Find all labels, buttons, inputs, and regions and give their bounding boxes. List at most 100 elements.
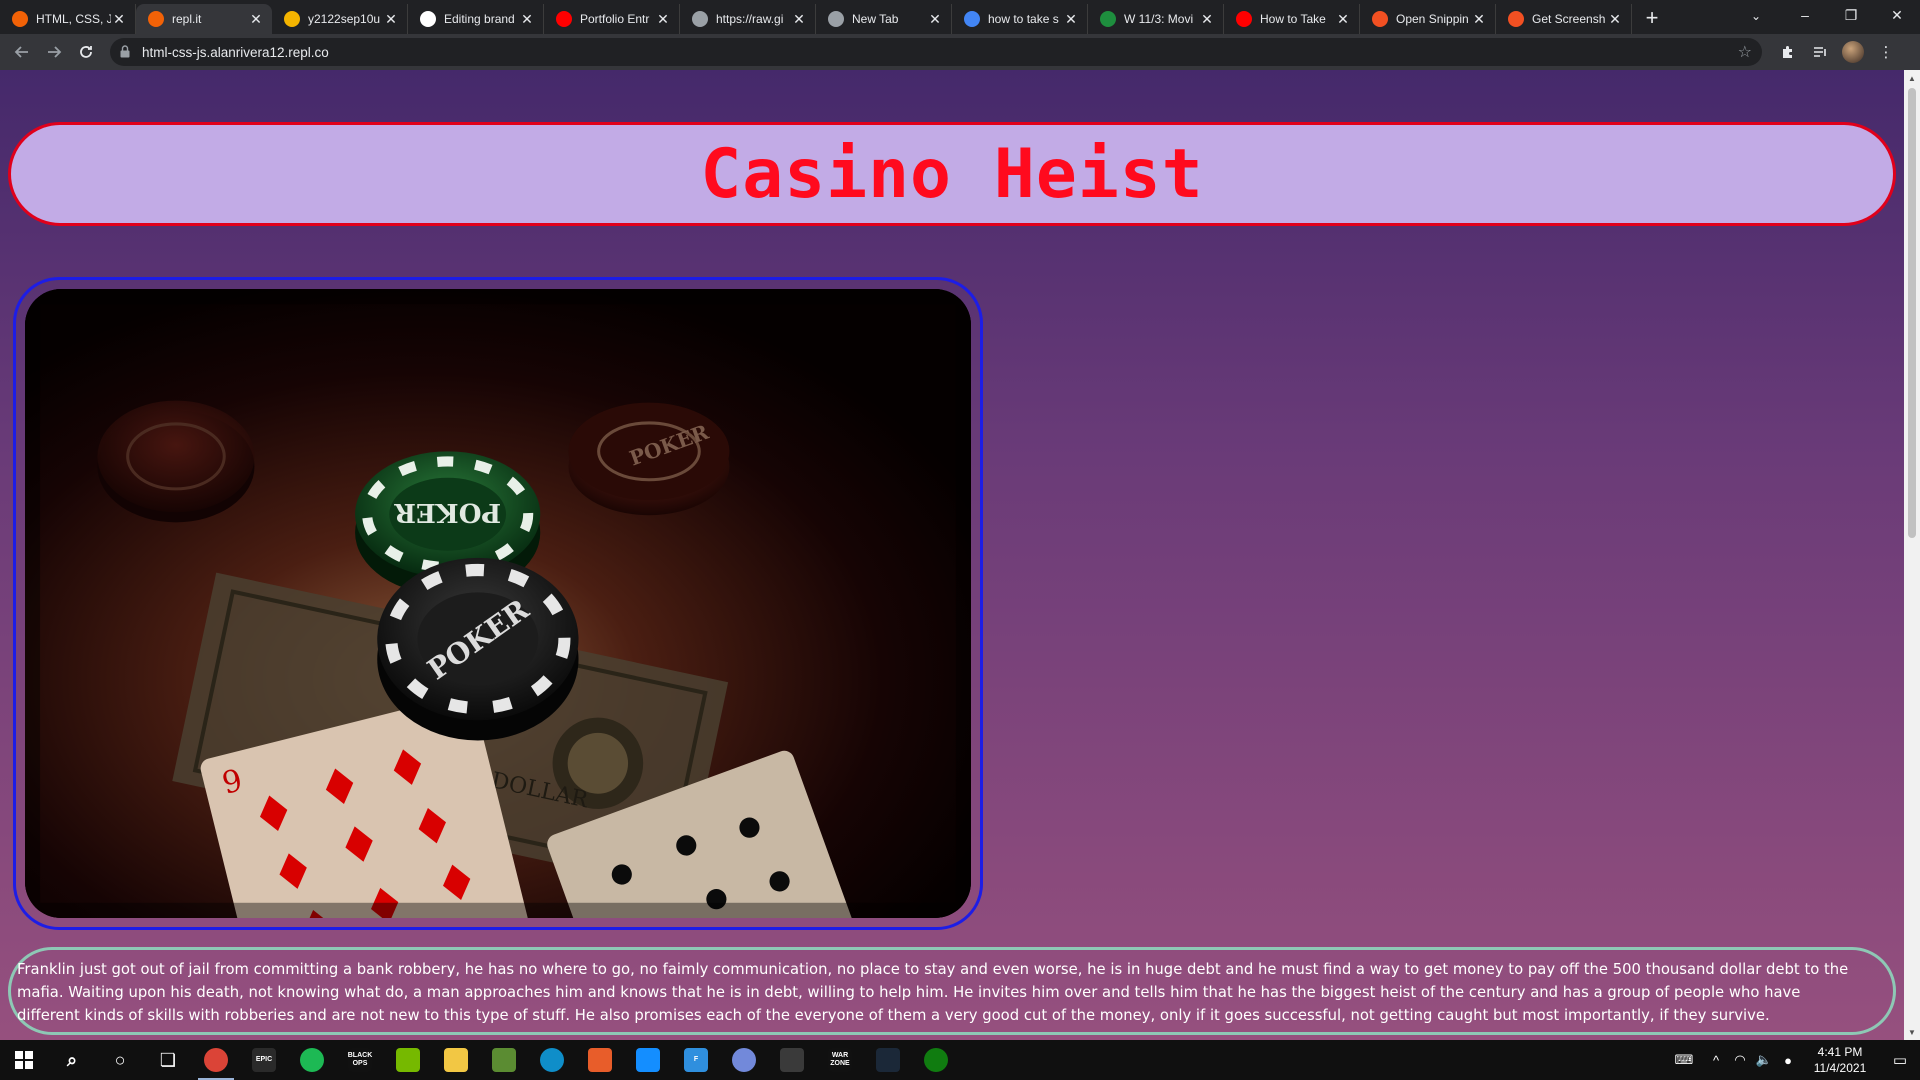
scroll-down-arrow-icon[interactable]: ▼: [1904, 1024, 1920, 1040]
tab-close-icon[interactable]: ✕: [1199, 11, 1215, 27]
classroom-icon: [1100, 11, 1116, 27]
warzone-taskbar-button[interactable]: WAR ZONE: [816, 1040, 864, 1080]
cortana-taskbar-button[interactable]: ○: [96, 1040, 144, 1080]
notification-center-icon[interactable]: ▭: [1880, 1040, 1920, 1080]
mail-taskbar-button[interactable]: [576, 1040, 624, 1080]
browser-tab[interactable]: https://raw.gi ✕: [680, 4, 816, 34]
tab-close-icon[interactable]: ✕: [1063, 11, 1079, 27]
browser-tab[interactable]: Portfolio Entr ✕: [544, 4, 680, 34]
tab-title: repl.it: [172, 12, 202, 26]
epic-games-taskbar-button[interactable]: EPIC: [240, 1040, 288, 1080]
chrome-menu-icon[interactable]: ⋮: [1870, 38, 1902, 66]
battlenet-icon: [636, 1048, 660, 1072]
browser-tab[interactable]: how to take s ✕: [952, 4, 1088, 34]
windows-logo-icon: [15, 1051, 33, 1069]
tab-close-icon[interactable]: ✕: [248, 11, 264, 27]
steam-taskbar-button[interactable]: [864, 1040, 912, 1080]
close-window-button[interactable]: ✕: [1874, 0, 1920, 30]
reload-button[interactable]: [70, 38, 102, 66]
browser-tab[interactable]: HTML, CSS, J ✕: [0, 4, 136, 34]
restore-button[interactable]: ❐: [1828, 0, 1874, 30]
slides-icon: [284, 11, 300, 27]
windows-taskbar: ⌕ ○ ❏ EPIC BLACK OPS F WAR ZONE ⌨ ^ ◠ 🔈 ● 4:41…: [0, 1040, 1920, 1080]
lock-icon[interactable]: [120, 45, 132, 59]
battlenet-taskbar-button[interactable]: [624, 1040, 672, 1080]
tab-close-icon[interactable]: ✕: [1335, 11, 1351, 27]
clock[interactable]: 4:41 PM 11/4/2021: [1800, 1044, 1880, 1076]
tab-title: y2122sep10u: [308, 12, 381, 26]
browser-tab[interactable]: Open Snippin ✕: [1360, 4, 1496, 34]
start-button[interactable]: [0, 1040, 48, 1080]
spotify-icon: [300, 1048, 324, 1072]
new-tab-button[interactable]: +: [1638, 4, 1666, 32]
chrome-taskbar-button[interactable]: [192, 1040, 240, 1080]
task-view-taskbar-button[interactable]: ❏: [144, 1040, 192, 1080]
forward-button[interactable]: [38, 38, 70, 66]
clock-date: 11/4/2021: [1813, 1061, 1867, 1075]
steam-icon: [876, 1048, 900, 1072]
tab-title: How to Take: [1260, 12, 1326, 26]
nvidia-taskbar-button[interactable]: [384, 1040, 432, 1080]
tab-title: how to take s: [988, 12, 1059, 26]
tab-close-icon[interactable]: ✕: [519, 11, 535, 27]
browser-tab[interactable]: y2122sep10u ✕: [272, 4, 408, 34]
minimize-button[interactable]: –: [1782, 0, 1828, 30]
search-taskbar-button[interactable]: ⌕: [48, 1040, 96, 1080]
browser-tab[interactable]: Get Screensh ✕: [1496, 4, 1632, 34]
url-text[interactable]: html-css-js.alanrivera12.repl.co: [142, 45, 1738, 60]
minecraft-taskbar-button[interactable]: [480, 1040, 528, 1080]
profile-avatar[interactable]: [1842, 41, 1864, 63]
tab-close-icon[interactable]: ✕: [111, 11, 127, 27]
back-button[interactable]: [6, 38, 38, 66]
tab-close-icon[interactable]: ✕: [791, 11, 807, 27]
tab-title: HTML, CSS, J: [36, 12, 111, 26]
tab-close-icon[interactable]: ✕: [383, 11, 399, 27]
black-ops-taskbar-button[interactable]: BLACK OPS: [336, 1040, 384, 1080]
back-arrow-icon: [14, 46, 28, 58]
tab-title: Editing brand: [444, 12, 515, 26]
cortana-icon: ○: [114, 1049, 126, 1070]
xbox-taskbar-button[interactable]: [912, 1040, 960, 1080]
microsoft-icon: [1372, 11, 1388, 27]
steam-vr-taskbar-button[interactable]: [768, 1040, 816, 1080]
keyboard-icon[interactable]: ⌨: [1664, 1040, 1704, 1080]
page-scrollbar[interactable]: ▲ ▼: [1904, 70, 1920, 1040]
scroll-up-arrow-icon[interactable]: ▲: [1904, 70, 1920, 86]
tab-close-icon[interactable]: ✕: [655, 11, 671, 27]
media-control-icon[interactable]: [1804, 38, 1836, 66]
microphone-icon[interactable]: ●: [1776, 1040, 1800, 1080]
volume-icon[interactable]: 🔈: [1752, 1040, 1776, 1080]
github-icon: [420, 11, 436, 27]
tab-search-icon[interactable]: ⌄: [1742, 4, 1770, 28]
system-tray: ⌨ ^ ◠ 🔈 ● 4:41 PM 11/4/2021 ▭: [1664, 1040, 1920, 1080]
browser-tab[interactable]: Editing brand ✕: [408, 4, 544, 34]
mail-icon: [588, 1048, 612, 1072]
title-banner: Casino Heist: [8, 122, 1896, 226]
clock-time: 4:41 PM: [1817, 1045, 1863, 1059]
tab-close-icon[interactable]: ✕: [1607, 11, 1623, 27]
edge-taskbar-button[interactable]: [528, 1040, 576, 1080]
tray-overflow-icon[interactable]: ^: [1704, 1040, 1728, 1080]
black-poker-chip: POKER: [377, 557, 579, 741]
extensions-puzzle-icon[interactable]: [1772, 38, 1804, 66]
file-explorer-taskbar-button[interactable]: [432, 1040, 480, 1080]
youtube-icon: [1236, 11, 1252, 27]
tab-close-icon[interactable]: ✕: [927, 11, 943, 27]
nvidia-icon: [396, 1048, 420, 1072]
browser-tab[interactable]: W 11/3: Movi ✕: [1088, 4, 1224, 34]
browser-tab[interactable]: How to Take ✕: [1224, 4, 1360, 34]
discord-taskbar-button[interactable]: [720, 1040, 768, 1080]
browser-tab[interactable]: New Tab ✕: [816, 4, 952, 34]
browser-tab[interactable]: repl.it ✕: [136, 4, 272, 34]
tab-title: Get Screensh: [1532, 12, 1606, 26]
fortnite-taskbar-button[interactable]: F: [672, 1040, 720, 1080]
scrollbar-thumb[interactable]: [1908, 88, 1916, 538]
youtube-icon: [556, 11, 572, 27]
minecraft-icon: [492, 1048, 516, 1072]
network-icon[interactable]: ◠: [1728, 1040, 1752, 1080]
address-bar[interactable]: html-css-js.alanrivera12.repl.co ☆: [110, 38, 1762, 66]
tab-close-icon[interactable]: ✕: [1471, 11, 1487, 27]
spotify-taskbar-button[interactable]: [288, 1040, 336, 1080]
bookmark-star-icon[interactable]: ☆: [1738, 42, 1752, 62]
black-ops-icon: BLACK OPS: [348, 1048, 372, 1072]
